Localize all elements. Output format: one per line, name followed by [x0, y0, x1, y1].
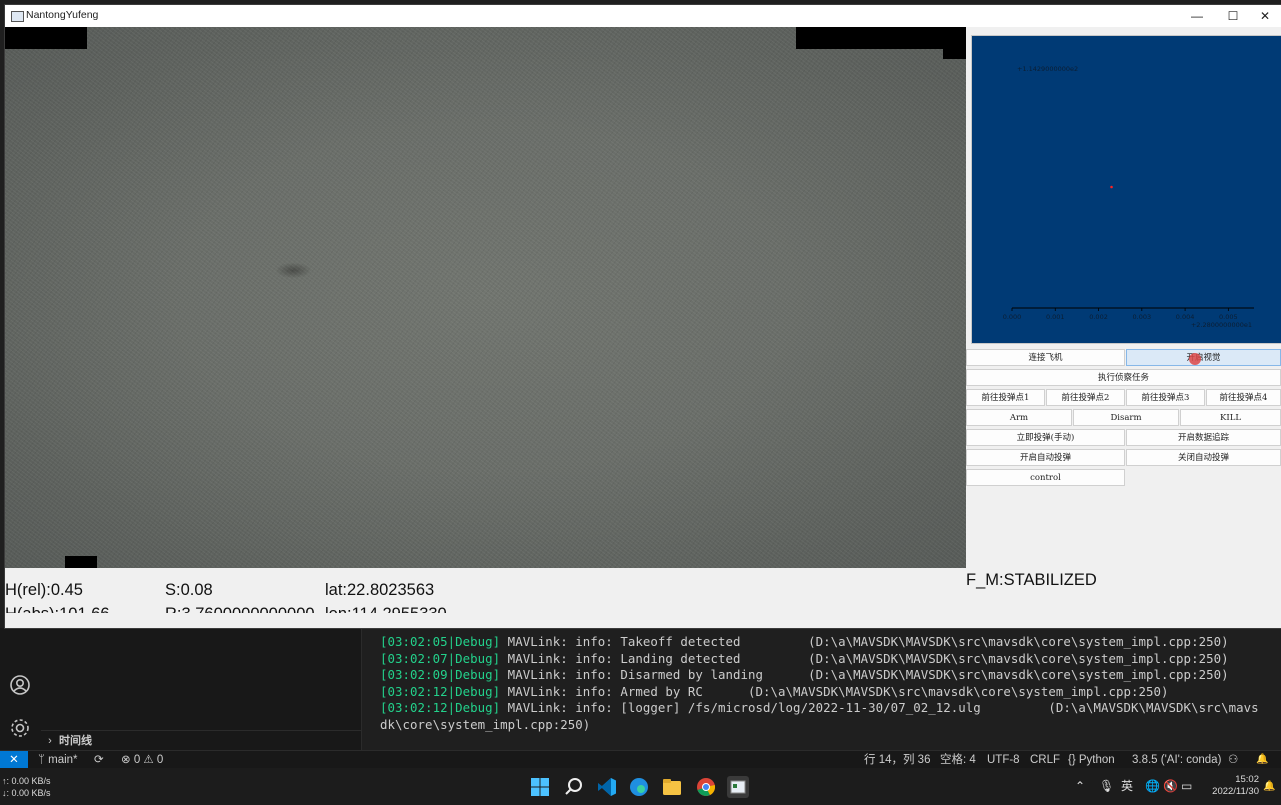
- git-branch-icon: ᛘ: [38, 754, 49, 766]
- height-relative: H(rel):0.45: [5, 581, 83, 599]
- chrome-icon[interactable]: [695, 776, 717, 798]
- terminal-line: dk\core\system_impl.cpp:250): [380, 716, 591, 732]
- arm-button[interactable]: Arm: [966, 409, 1072, 426]
- bell-icon[interactable]: 🔔: [1256, 751, 1268, 769]
- x-tick-label: 0.002: [1089, 313, 1108, 321]
- x-offset-label: +2.2800000000e1: [1191, 321, 1252, 329]
- activity-bar: [0, 628, 41, 750]
- timeline-section[interactable]: › 时间线: [41, 730, 361, 751]
- close-button[interactable]: ✕: [1248, 5, 1281, 27]
- clock-time: 15:02: [1235, 774, 1259, 785]
- minimize-button[interactable]: —: [1180, 5, 1214, 27]
- grass-texture: [5, 27, 966, 568]
- x-tick-label: 0.000: [1003, 313, 1022, 321]
- x-tick-label: 0.004: [1176, 313, 1195, 321]
- edge-icon[interactable]: [628, 776, 650, 798]
- cursor-position[interactable]: 行 14，列 36: [864, 751, 930, 769]
- data-point: [1110, 185, 1113, 189]
- terminal-line: [03:02:12|Debug] MAVLink: info: Armed by…: [380, 683, 1169, 699]
- feedback-icon[interactable]: ⚇: [1228, 751, 1238, 769]
- app-icon: [11, 11, 24, 22]
- windows-start-icon[interactable]: [529, 776, 551, 798]
- file-explorer-icon[interactable]: [661, 776, 683, 798]
- mask-block: [65, 556, 97, 568]
- vision-button[interactable]: 开启视觉: [1126, 349, 1281, 366]
- disarm-button[interactable]: Disarm: [1073, 409, 1179, 426]
- terminal-line: [03:02:12|Debug] MAVLink: info: [logger]…: [380, 700, 1259, 715]
- longitude-readout: lon:114.2955330: [325, 605, 447, 613]
- connect-button[interactable]: 连接飞机: [966, 349, 1125, 366]
- goto-drop-point-2-button[interactable]: 前往投弹点2: [1046, 389, 1125, 406]
- battery-icon[interactable]: ▭: [1181, 768, 1192, 805]
- height-absolute: H(abs):101.66: [5, 605, 110, 613]
- speed-readout: S:0.08: [165, 581, 213, 599]
- terminal-line: [03:02:05|Debug] MAVLink: info: Takeoff …: [380, 634, 1229, 649]
- drop-now-button[interactable]: 立即投弹(手动): [966, 429, 1125, 446]
- x-tick-label: 0.003: [1133, 313, 1152, 321]
- flight-mode: F_M:STABILIZED: [966, 571, 1097, 589]
- auto-drop-off-button[interactable]: 关闭自动投弹: [1126, 449, 1281, 466]
- range-readout: R:3.7600000000000: [165, 605, 315, 613]
- telemetry-readouts: H(rel):0.45 H(abs):101.66 S:0.08 R:3.760…: [5, 581, 966, 613]
- encoding[interactable]: UTF-8: [987, 751, 1020, 769]
- language-mode[interactable]: {} Python: [1068, 751, 1115, 769]
- camera-feed: [5, 27, 966, 568]
- chevron-right-icon: ›: [48, 735, 52, 747]
- net-upload: ↑: 0.00 KB/s: [2, 776, 51, 786]
- indentation[interactable]: 空格: 4: [940, 751, 976, 769]
- data-tracking-button[interactable]: 开启数据追踪: [1126, 429, 1281, 446]
- window-title: NantongYufeng: [26, 9, 99, 21]
- x-tick-label: 0.005: [1219, 313, 1238, 321]
- terminal-line: [03:02:09|Debug] MAVLink: info: Disarmed…: [380, 667, 1229, 682]
- y-offset-label: +1.1429000000e2: [1017, 65, 1078, 73]
- mask-block: [943, 49, 966, 59]
- mouse-cursor: [1189, 353, 1201, 365]
- microphone-icon[interactable]: 🎙: [1099, 768, 1114, 805]
- mask-block: [796, 27, 966, 49]
- goto-drop-point-4-button[interactable]: 前往投弹点4: [1206, 389, 1281, 406]
- python-interpreter[interactable]: 3.8.5 ('AI': conda): [1132, 751, 1221, 769]
- goto-drop-point-3-button[interactable]: 前往投弹点3: [1126, 389, 1205, 406]
- vscode-icon[interactable]: [596, 776, 618, 798]
- auto-drop-on-button[interactable]: 开启自动投弹: [966, 449, 1125, 466]
- braces-icon: {}: [1068, 754, 1079, 766]
- plot-svg: 0.000 0.001 0.002 0.003 0.004 0.005+2.2800000…: [1003, 65, 1254, 329]
- sync-icon[interactable]: ⟳: [94, 751, 104, 769]
- remote-indicator[interactable]: ✕: [0, 751, 28, 769]
- ime-indicator[interactable]: 英: [1121, 768, 1133, 805]
- clock[interactable]: 15:02 2022/11/30: [1212, 774, 1259, 798]
- mask-block: [5, 27, 87, 49]
- timeline-label: 时间线: [59, 735, 92, 747]
- account-icon[interactable]: [9, 674, 31, 696]
- taskbar: ↑: 0.00 KB/s ↓: 0.00 KB/s ⌃ 🎙 英 🌐 🔇 ▭ 15…: [0, 768, 1281, 805]
- search-icon[interactable]: [563, 776, 585, 798]
- net-download: ↓: 0.00 KB/s: [2, 788, 51, 798]
- terminal-panel[interactable]: [03:02:05|Debug] MAVLink: info: Takeoff …: [362, 628, 1281, 750]
- problems-indicator[interactable]: ⊗ 0 ⚠ 0: [121, 751, 163, 769]
- notification-icon[interactable]: 🔔: [1263, 768, 1275, 805]
- maximize-button[interactable]: ☐: [1216, 5, 1250, 27]
- app-window: NantongYufeng — ☐ ✕ H(rel):0.45 H(abs):1…: [4, 4, 1281, 629]
- position-plot: 0.000 0.001 0.002 0.003 0.004 0.005 +2.2800000…: [971, 35, 1281, 344]
- kill-button[interactable]: KILL: [1180, 409, 1281, 426]
- status-bar: ✕ ᛘ main* ⟳ ⊗ 0 ⚠ 0 行 14，列 36 空格: 4 UTF-…: [0, 750, 1281, 769]
- control-button[interactable]: control: [966, 469, 1125, 486]
- latitude-readout: lat:22.8023563: [325, 581, 435, 599]
- title-bar[interactable]: NantongYufeng — ☐ ✕: [5, 5, 1281, 27]
- app-window-icon[interactable]: [727, 776, 749, 798]
- volume-icon[interactable]: 🔇: [1163, 768, 1178, 805]
- x-tick-label: 0.001: [1046, 313, 1065, 321]
- terminal-line: [03:02:07|Debug] MAVLink: info: Landing …: [380, 650, 1229, 666]
- network-icon[interactable]: 🌐: [1145, 768, 1160, 805]
- recon-task-button[interactable]: 执行侦察任务: [966, 369, 1281, 386]
- goto-drop-point-1-button[interactable]: 前往投弹点1: [966, 389, 1045, 406]
- line-ending[interactable]: CRLF: [1030, 751, 1060, 769]
- clock-date: 2022/11/30: [1212, 786, 1259, 797]
- chevron-up-icon[interactable]: ⌃: [1075, 768, 1085, 805]
- gear-icon[interactable]: [9, 717, 31, 739]
- branch-indicator[interactable]: ᛘ main*: [38, 751, 78, 769]
